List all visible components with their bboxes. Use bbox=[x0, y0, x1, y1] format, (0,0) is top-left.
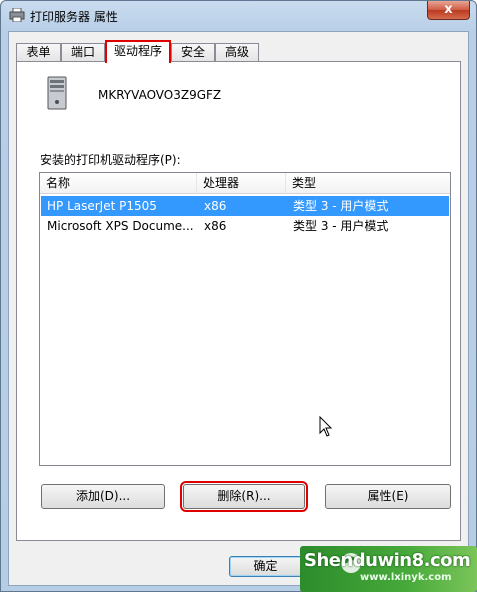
mouse-pointer-icon bbox=[319, 416, 333, 437]
computer-tower-icon bbox=[47, 76, 67, 110]
title-bar[interactable]: 打印服务器 属性 x bbox=[1, 1, 476, 29]
driver-processor: x86 bbox=[204, 219, 227, 233]
table-row[interactable]: HP LaserJet P1505 x86 类型 3 - 用户模式 bbox=[41, 196, 449, 216]
printer-server-properties-window: 打印服务器 属性 x 表单 端口 驱动程序 安全 高级 MKRYVAOVO3Z9… bbox=[0, 0, 477, 592]
driver-name: Microsoft XPS Docume... bbox=[47, 219, 194, 233]
printer-icon bbox=[9, 8, 25, 22]
close-button[interactable]: x bbox=[427, 1, 470, 20]
tab-forms[interactable]: 表单 bbox=[16, 43, 61, 62]
watermark-main-text: Shenduwin8.com bbox=[304, 550, 471, 571]
drivers-listview[interactable]: 名称 处理器 类型 HP LaserJet P1505 x86 类型 3 - 用… bbox=[39, 172, 451, 466]
table-row[interactable]: Microsoft XPS Docume... x86 类型 3 - 用户模式 bbox=[41, 216, 449, 236]
dialog-client-area: 表单 端口 驱动程序 安全 高级 MKRYVAOVO3Z9GFZ 安装的打印机驱… bbox=[8, 31, 469, 586]
server-name: MKRYVAOVO3Z9GFZ bbox=[98, 88, 222, 102]
remove-driver-button[interactable]: 删除(R)... bbox=[180, 481, 308, 512]
installed-drivers-label: 安装的打印机驱动程序(P): bbox=[40, 153, 181, 167]
column-header-name[interactable]: 名称 bbox=[40, 173, 197, 194]
close-icon: x bbox=[444, 2, 453, 17]
ok-button[interactable]: 确定 bbox=[229, 556, 302, 577]
site-watermark: Shenduwin8.com www.lxinyk.com bbox=[300, 546, 477, 592]
tab-drivers[interactable]: 驱动程序 bbox=[105, 40, 171, 63]
tab-advanced[interactable]: 高级 bbox=[215, 43, 259, 62]
window-title: 打印服务器 属性 bbox=[30, 10, 118, 24]
column-header-type[interactable]: 类型 bbox=[286, 173, 451, 194]
watermark-sub-text: www.lxinyk.com bbox=[360, 572, 452, 583]
drivers-tab-panel: MKRYVAOVO3Z9GFZ 安装的打印机驱动程序(P): 名称 处理器 类型… bbox=[16, 61, 461, 541]
tab-ports[interactable]: 端口 bbox=[61, 43, 105, 62]
driver-type: 类型 3 - 用户模式 bbox=[293, 199, 389, 213]
tab-security[interactable]: 安全 bbox=[171, 43, 215, 62]
driver-type: 类型 3 - 用户模式 bbox=[293, 219, 389, 233]
listview-header: 名称 处理器 类型 bbox=[40, 173, 450, 194]
add-driver-button[interactable]: 添加(D)... bbox=[41, 484, 165, 509]
driver-processor: x86 bbox=[204, 199, 227, 213]
driver-properties-button[interactable]: 属性(E) bbox=[325, 484, 451, 509]
driver-name: HP LaserJet P1505 bbox=[47, 199, 157, 213]
column-header-processor[interactable]: 处理器 bbox=[197, 173, 286, 194]
